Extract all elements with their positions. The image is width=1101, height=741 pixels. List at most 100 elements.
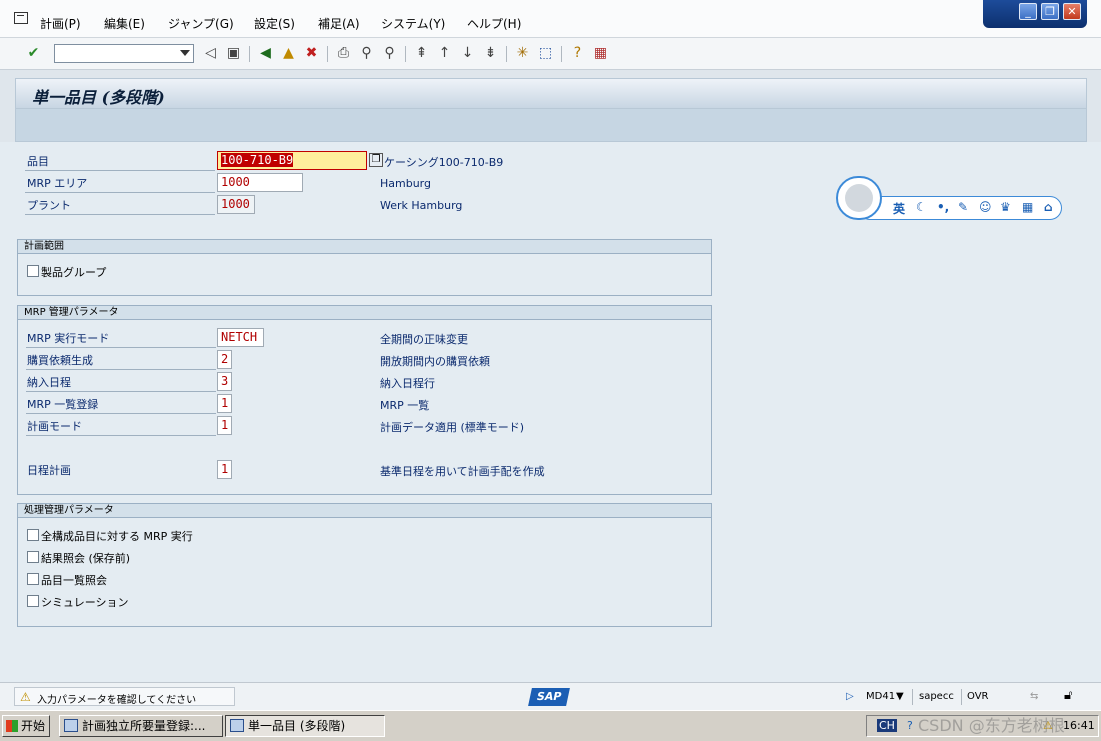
material-label: 品目 bbox=[27, 155, 49, 168]
green-back-icon[interactable]: ◀ bbox=[257, 45, 274, 62]
menu-help[interactable]: ヘルプ(H) bbox=[467, 15, 521, 32]
lock-icon[interactable]: 🔓︎ bbox=[1064, 688, 1072, 703]
screen-title-bar: 単一品目 (多段階) bbox=[15, 78, 1087, 109]
scheduling-description: 基準日程を用いて計画手配を作成 bbox=[380, 465, 545, 478]
enter-icon[interactable]: ✔ bbox=[25, 45, 42, 62]
material-value: 100-710-B9 bbox=[221, 153, 294, 167]
chevron-down-icon[interactable] bbox=[180, 50, 190, 56]
display-material-list-label: 品目一覧照会 bbox=[41, 574, 107, 587]
ime-english-label[interactable]: 英 bbox=[893, 200, 905, 217]
planning-mode-input[interactable]: 1 bbox=[217, 416, 232, 435]
processing-key-input[interactable]: NETCH bbox=[217, 328, 264, 347]
plant-field: 1000 bbox=[217, 195, 255, 214]
label-underline bbox=[25, 214, 215, 215]
play-icon[interactable]: ▷ bbox=[846, 691, 854, 702]
create-purreq-description: 開放期間内の購買依頼 bbox=[380, 355, 490, 368]
grid-icon[interactable]: ▦ bbox=[1022, 200, 1033, 214]
start-button[interactable]: 开始 bbox=[2, 715, 50, 737]
label-underline bbox=[25, 170, 215, 171]
prev-page-icon[interactable]: ↑ bbox=[436, 45, 453, 62]
schedule-lines-label: 納入日程 bbox=[27, 376, 71, 389]
first-page-icon[interactable]: ⇞ bbox=[413, 45, 430, 62]
lock-icon[interactable]: ⌂ bbox=[1044, 200, 1053, 214]
layout-icon[interactable]: ▦ bbox=[592, 45, 609, 62]
taskbar-item-single-item[interactable]: 単一品目 (多段階) bbox=[225, 715, 385, 737]
cancel-icon[interactable]: ✖ bbox=[303, 45, 320, 62]
planning-scope-group: 計画範囲 製品グループ bbox=[17, 239, 712, 296]
next-page-icon[interactable]: ↓ bbox=[459, 45, 476, 62]
main-screen-area: 品目 100-710-B9 ❐ ケーシング100-710-B9 MRP エリア … bbox=[0, 142, 1101, 682]
display-results-checkbox[interactable] bbox=[27, 551, 39, 563]
find-icon[interactable]: ⚲ bbox=[358, 45, 375, 62]
menu-jump[interactable]: ジャンプ(G) bbox=[168, 15, 234, 32]
wrench-icon[interactable]: ✎ bbox=[958, 200, 968, 214]
connection-icon: ⇆ bbox=[1030, 691, 1039, 702]
create-mrp-list-input[interactable]: 1 bbox=[217, 394, 232, 413]
help-icon[interactable]: ? bbox=[907, 719, 913, 732]
toolbar-separator bbox=[249, 46, 250, 62]
processing-key-label: MRP 実行モード bbox=[27, 332, 110, 345]
last-page-icon[interactable]: ⇟ bbox=[482, 45, 499, 62]
exit-icon[interactable]: ▲ bbox=[280, 45, 297, 62]
window-icon bbox=[64, 719, 78, 732]
minimize-button[interactable]: _ bbox=[1019, 3, 1037, 20]
menu-extras[interactable]: 補足(A) bbox=[318, 15, 360, 32]
scheduling-label: 日程計画 bbox=[27, 464, 71, 477]
create-mrp-list-label: MRP 一覧登録 bbox=[27, 398, 99, 411]
help-icon[interactable]: ? bbox=[569, 45, 586, 62]
windows-logo-icon bbox=[6, 720, 18, 732]
menu-settings[interactable]: 設定(S) bbox=[254, 15, 295, 32]
status-separator bbox=[961, 689, 962, 705]
sap-logo: SAP bbox=[528, 688, 570, 706]
simulation-checkbox[interactable] bbox=[27, 595, 39, 607]
shortcut-icon[interactable]: ⬚ bbox=[537, 45, 554, 62]
scheduling-input[interactable]: 1 bbox=[217, 460, 232, 479]
planning-mode-description: 計画データ適用 (標準モード) bbox=[380, 421, 525, 434]
material-input[interactable]: 100-710-B9 bbox=[217, 151, 367, 170]
label-underline bbox=[26, 347, 216, 348]
create-mrp-list-description: MRP 一覧 bbox=[380, 399, 430, 412]
warning-icon: ⚠ bbox=[20, 690, 31, 704]
chevron-down-icon[interactable]: ▼ bbox=[896, 691, 904, 702]
find-next-icon[interactable]: ⚲ bbox=[381, 45, 398, 62]
group-title: 計画範囲 bbox=[18, 240, 711, 254]
menu-system[interactable]: システム(Y) bbox=[381, 15, 445, 32]
menu-edit[interactable]: 編集(E) bbox=[104, 15, 145, 32]
insert-mode[interactable]: OVR bbox=[967, 691, 988, 702]
punctuation-icon[interactable]: •, bbox=[937, 200, 949, 214]
smile-icon[interactable]: ☺ bbox=[979, 200, 992, 214]
create-purreq-input[interactable]: 2 bbox=[217, 350, 232, 369]
back-icon[interactable]: ◁ bbox=[202, 45, 219, 62]
mrp-area-label: MRP エリア bbox=[27, 177, 88, 190]
language-indicator[interactable]: CH bbox=[877, 719, 897, 732]
save-icon[interactable]: ▣ bbox=[225, 45, 242, 62]
window-icon bbox=[230, 719, 244, 732]
display-material-list-checkbox[interactable] bbox=[27, 573, 39, 585]
new-session-icon[interactable]: ✳ bbox=[514, 45, 531, 62]
material-description: ケーシング100-710-B9 bbox=[384, 156, 504, 169]
command-field[interactable] bbox=[54, 44, 194, 63]
moon-icon[interactable]: ☾ bbox=[916, 200, 927, 214]
restore-button[interactable]: ❐ bbox=[1041, 3, 1059, 20]
clock: 16:41 bbox=[1063, 719, 1095, 732]
schedule-lines-input[interactable]: 3 bbox=[217, 372, 232, 391]
mrp-control-parameters-group: MRP 管理パラメータ MRP 実行モード NETCH 全期間の正味変更 購買依… bbox=[17, 305, 712, 495]
ime-avatar-icon[interactable] bbox=[836, 176, 882, 220]
shirt-icon[interactable]: ♛ bbox=[1000, 200, 1011, 214]
taskbar-item-pir[interactable]: 計画独立所要量登録:... bbox=[59, 715, 223, 737]
close-button[interactable]: ✕ bbox=[1063, 3, 1081, 20]
application-toolbar bbox=[15, 109, 1087, 142]
value-help-icon[interactable]: ❐ bbox=[369, 153, 383, 167]
menu-plan[interactable]: 計画(P) bbox=[40, 15, 81, 32]
label-underline bbox=[25, 192, 215, 193]
also-plan-components-checkbox[interactable] bbox=[27, 529, 39, 541]
mrp-area-input[interactable]: 1000 bbox=[217, 173, 303, 192]
label-underline bbox=[26, 413, 216, 414]
start-label: 开始 bbox=[21, 719, 46, 733]
ime-toolbar[interactable]: 英 ☾ •, ✎ ☺ ♛ ▦ ⌂ bbox=[836, 176, 1063, 220]
system-menu-icon[interactable] bbox=[14, 12, 28, 24]
label-underline bbox=[26, 391, 216, 392]
status-message[interactable]: ⚠ 入力パラメータを確認してください bbox=[14, 687, 235, 706]
print-icon[interactable]: ⎙ bbox=[335, 45, 352, 62]
product-group-checkbox[interactable] bbox=[27, 265, 39, 277]
